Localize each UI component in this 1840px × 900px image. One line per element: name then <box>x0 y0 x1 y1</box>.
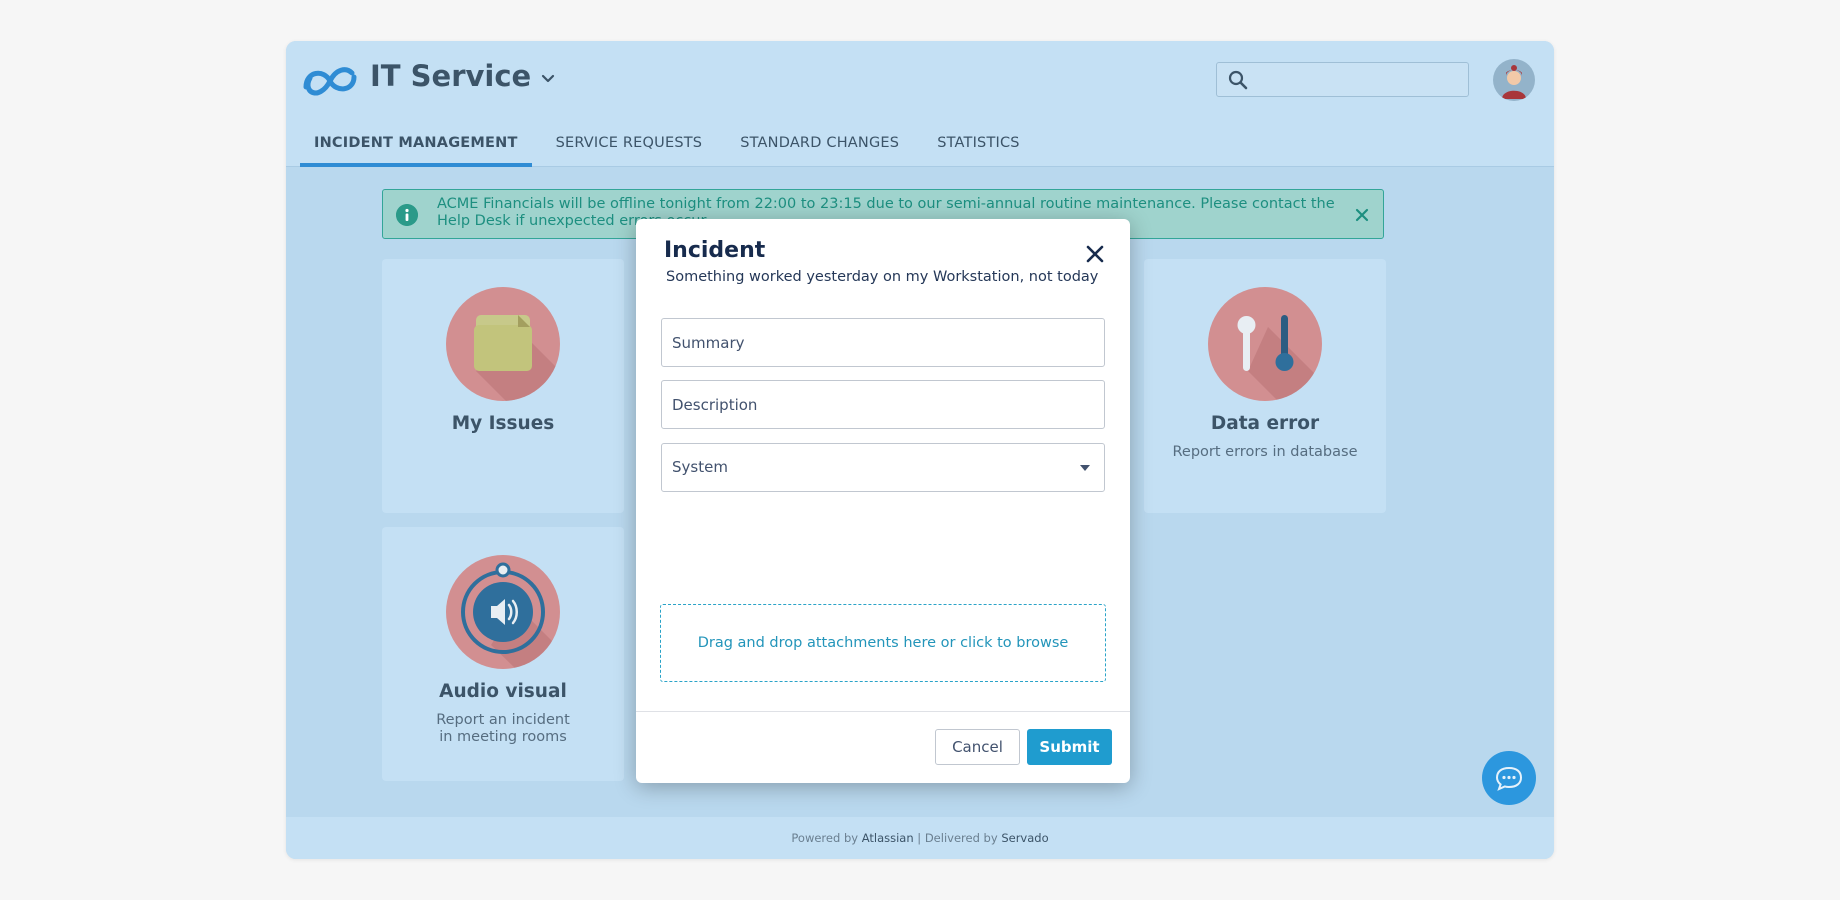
card-description: Report an incident in meeting rooms <box>382 712 624 746</box>
card-description-line: Report an incident <box>436 712 570 728</box>
search-box[interactable] <box>1216 62 1469 97</box>
card-title: Data error <box>1210 413 1320 434</box>
tab-service-requests[interactable]: SERVICE REQUESTS <box>542 129 717 167</box>
folder-icon <box>446 287 560 401</box>
summary-input[interactable] <box>661 318 1105 367</box>
footer-separator: | <box>917 831 922 845</box>
close-icon[interactable] <box>1086 245 1104 263</box>
card-audio-visual[interactable]: Audio visual Report an incident in meeti… <box>382 527 624 781</box>
project-switcher[interactable]: IT Service <box>370 59 557 93</box>
description-input[interactable] <box>661 380 1105 429</box>
avatar-icon <box>1502 65 1526 99</box>
app-title: IT Service <box>370 59 532 93</box>
attachment-dropzone[interactable]: Drag and drop attachments here or click … <box>660 604 1106 682</box>
chat-bubble-icon <box>1495 766 1523 791</box>
delivered-by-label: Delivered by <box>924 831 998 845</box>
card-description-line: in meeting rooms <box>439 729 567 745</box>
dialog-subtitle: Something worked yesterday on my Worksta… <box>666 269 1099 285</box>
tab-standard-changes[interactable]: STANDARD CHANGES <box>726 129 913 167</box>
speaker-icon <box>446 555 560 669</box>
thermometer-icon <box>1208 287 1322 401</box>
search-icon <box>1228 70 1248 90</box>
tab-statistics[interactable]: STATISTICS <box>923 129 1034 167</box>
delivered-by-link[interactable]: Servado <box>1001 831 1048 845</box>
top-bar: IT Service INCIDENT MANAGEMENT SERVICE R… <box>286 41 1554 167</box>
tab-bar: INCIDENT MANAGEMENT SERVICE REQUESTS STA… <box>300 129 1044 167</box>
caret-down-icon <box>1080 465 1090 471</box>
close-icon[interactable] <box>1351 204 1373 226</box>
cancel-button[interactable]: Cancel <box>935 729 1020 765</box>
powered-by-link[interactable]: Atlassian <box>862 831 914 845</box>
card-data-error[interactable]: Data error Report errors in database <box>1144 259 1386 513</box>
info-icon <box>396 204 418 226</box>
card-my-issues[interactable]: My Issues <box>382 259 624 513</box>
system-select[interactable]: System <box>661 443 1105 492</box>
card-title: My Issues <box>451 413 555 434</box>
user-avatar[interactable] <box>1493 59 1535 101</box>
powered-by-label: Powered by <box>791 831 859 845</box>
dialog-title: Incident <box>664 238 766 263</box>
card-title: Audio visual <box>439 681 567 702</box>
footer: Powered by Atlassian | Delivered by Serv… <box>286 817 1554 859</box>
tab-incident-management[interactable]: INCIDENT MANAGEMENT <box>300 129 532 167</box>
submit-button[interactable]: Submit <box>1027 729 1112 765</box>
card-description: Report errors in database <box>1172 444 1358 460</box>
chat-button[interactable] <box>1482 751 1536 805</box>
dialog-divider <box>636 711 1130 712</box>
infinity-logo-icon[interactable] <box>302 63 358 99</box>
chevron-down-icon <box>542 74 555 83</box>
system-select-value: System <box>672 458 728 476</box>
incident-dialog: Incident Something worked yesterday on m… <box>636 219 1130 783</box>
